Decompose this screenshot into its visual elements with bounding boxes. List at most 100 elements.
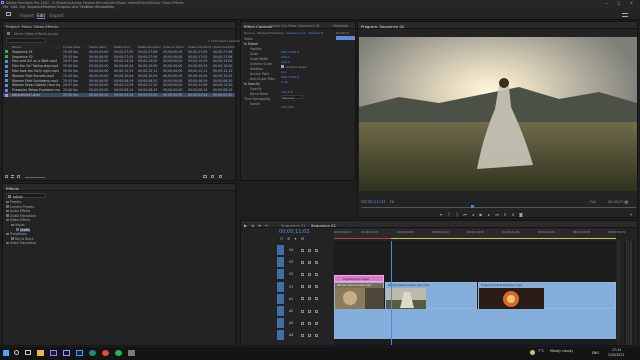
home-icon[interactable]	[6, 12, 11, 16]
lock-icon[interactable]	[301, 260, 304, 264]
tab-effect-controls[interactable]: Effect Controls	[244, 24, 272, 29]
track-label[interactable]: V3	[289, 260, 293, 264]
mark-in-icon[interactable]: ▾	[438, 211, 444, 217]
tab-edit[interactable]: Edit	[37, 13, 46, 19]
add-button-icon[interactable]: +	[628, 211, 634, 217]
lock-icon[interactable]	[301, 297, 304, 301]
lock-icon[interactable]	[301, 309, 304, 313]
effect-property-label[interactable]: Time Remapping	[244, 97, 270, 101]
eye-icon[interactable]	[315, 260, 318, 264]
track-target-toggle[interactable]	[277, 330, 284, 341]
effects-tab[interactable]: Effects	[6, 186, 19, 191]
list-view-icon[interactable]	[11, 175, 14, 178]
eye-icon[interactable]	[315, 309, 318, 313]
track-target-toggle[interactable]	[277, 318, 284, 329]
track-header[interactable]: A3	[277, 318, 334, 329]
zoom-slider[interactable]	[25, 176, 45, 178]
go-to-in-icon[interactable]: }	[454, 211, 460, 217]
linked-selection-icon[interactable]: ⊚	[286, 236, 291, 241]
extract-icon[interactable]: ⇟	[510, 211, 516, 217]
eye-icon[interactable]	[315, 333, 318, 337]
track-target-toggle[interactable]	[277, 293, 284, 304]
label-color-swatch[interactable]	[5, 83, 8, 87]
label-color-swatch[interactable]	[5, 93, 8, 97]
mark-out-icon[interactable]: {	[446, 211, 452, 217]
sync-icon[interactable]	[308, 272, 311, 276]
program-playhead[interactable]	[471, 205, 474, 208]
clock-time[interactable]: 17:24	[612, 348, 621, 352]
premiere-taskbar-icon[interactable]	[50, 350, 57, 356]
eye-icon[interactable]	[315, 272, 318, 276]
clip-adjustment-layer[interactable]: Adjustment Layer	[334, 275, 384, 282]
track-label[interactable]: A4	[289, 333, 293, 337]
sync-icon[interactable]	[308, 309, 311, 313]
project-tab[interactable]: Project: Music Video Effects	[6, 24, 58, 29]
weather-text[interactable]: Mostly cloudy	[550, 349, 573, 353]
photoshop-taskbar-icon[interactable]	[76, 350, 83, 356]
eye-icon[interactable]	[315, 321, 318, 325]
add-marker-icon[interactable]: ▾	[293, 236, 298, 241]
sync-icon[interactable]	[308, 285, 311, 289]
in-out-range[interactable]	[391, 238, 616, 239]
col-video-in[interactable]: Video In Point	[163, 45, 184, 49]
after-effects-taskbar-icon[interactable]	[63, 350, 70, 356]
lock-icon[interactable]	[5, 175, 8, 178]
label-color-swatch[interactable]	[5, 74, 8, 78]
scale-width-value[interactable]: 100.0	[281, 60, 290, 64]
clip-fireworks[interactable]: Fireworks Yellow Explosion.mp4	[478, 282, 616, 309]
effects-tree-item[interactable]: Adjust	[15, 223, 25, 227]
col-media-end[interactable]: Media End	[114, 45, 130, 49]
effects-tree-item[interactable]: Transitions	[10, 232, 27, 236]
anchor-value[interactable]: 960.0 540.0	[281, 75, 299, 79]
opacity-value[interactable]: 100.0 %	[281, 90, 293, 94]
speed-value[interactable]: 100.00%	[281, 105, 294, 109]
trash-icon[interactable]	[219, 175, 222, 178]
track-header[interactable]: V4	[277, 245, 334, 256]
effects-tree-item[interactable]: Presets	[10, 200, 21, 204]
file-explorer-icon[interactable]	[37, 350, 44, 356]
effects-search-field[interactable]: adjust	[6, 193, 46, 199]
lock-icon[interactable]	[301, 285, 304, 289]
timeline-settings-icon[interactable]: ⚙	[300, 236, 305, 241]
program-fit[interactable]: Fit	[390, 200, 394, 204]
step-back-frame-icon[interactable]: ◂	[470, 211, 476, 217]
track-select-icon[interactable]: ⇉	[250, 223, 255, 228]
effects-tree-item[interactable]: Levels	[20, 227, 30, 232]
track-target-toggle[interactable]	[277, 269, 284, 280]
effects-tree-item[interactable]: Dip to Black	[15, 237, 34, 241]
close-button[interactable]: ✕	[630, 1, 638, 5]
maximize-button[interactable]: □	[617, 1, 625, 5]
label-color-swatch[interactable]	[5, 64, 8, 68]
project-row[interactable]: Adjustment Layer 25.00 fps 00;00;00;00 00;0…	[3, 92, 235, 98]
effects-tree-item[interactable]: Audio Effects	[10, 209, 30, 213]
icon-view-icon[interactable]	[17, 175, 20, 178]
play-icon[interactable]: ▶	[478, 211, 484, 217]
track-target-toggle[interactable]	[277, 306, 284, 316]
track-label[interactable]: V1	[289, 285, 293, 289]
col-name[interactable]: Name	[12, 45, 21, 49]
col-media-duration[interactable]: Media Duration	[138, 45, 161, 49]
project-search-input[interactable]	[6, 38, 46, 43]
timeline-playhead-line[interactable]	[391, 241, 392, 345]
eye-icon[interactable]	[315, 248, 318, 252]
position-value[interactable]: 960.0 540.0	[281, 50, 299, 54]
track-header[interactable]: A4	[277, 330, 334, 341]
program-timecode[interactable]: 00;00;11;03	[361, 200, 385, 204]
windows-start-icon[interactable]	[3, 350, 9, 356]
selection-tool-icon[interactable]: ▶	[243, 223, 248, 228]
track-target-toggle[interactable]	[277, 257, 284, 268]
tab-sequence-02[interactable]: Sequence 02	[311, 223, 336, 228]
lock-icon[interactable]	[301, 321, 304, 325]
label-color-swatch[interactable]	[5, 55, 8, 59]
taskbar-search-icon[interactable]	[14, 350, 19, 355]
blend-mode-select[interactable]: Normal	[281, 94, 303, 100]
sync-icon[interactable]	[308, 333, 311, 337]
effect-property-label[interactable]: fx Motion	[244, 42, 258, 46]
col-media-start[interactable]: Media Start	[89, 45, 106, 49]
new-item-icon[interactable]	[211, 175, 214, 178]
track-label[interactable]: A2	[289, 309, 293, 313]
program-scrubber[interactable]	[361, 205, 636, 208]
uniform-scale-checkbox[interactable]	[281, 65, 284, 68]
track-label[interactable]: A1	[289, 297, 293, 301]
minimize-button[interactable]: —	[605, 1, 613, 5]
